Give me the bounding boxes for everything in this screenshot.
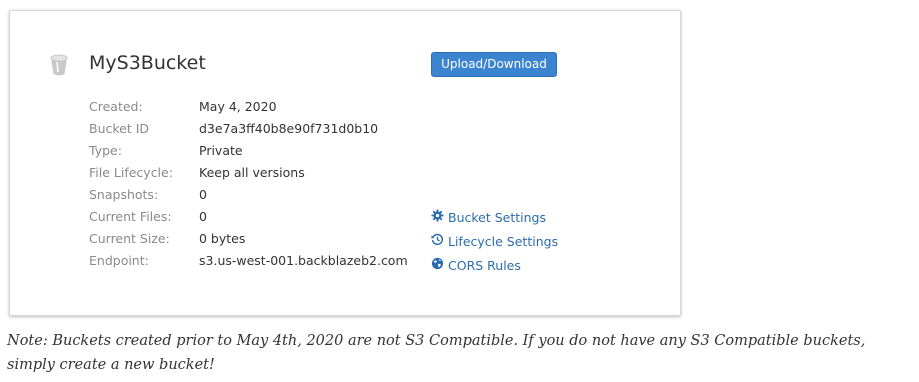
cors-rules-link[interactable]: CORS Rules (431, 254, 558, 278)
bucket-name: MyS3Bucket (89, 52, 206, 74)
lifecycle-settings-label: Lifecycle Settings (448, 234, 559, 249)
detail-label: Current Files: (89, 209, 172, 224)
lifecycle-settings-link[interactable]: Lifecycle Settings (431, 230, 558, 254)
gear-icon (431, 208, 448, 228)
cors-rules-label: CORS Rules (448, 258, 521, 273)
detail-value: May 4, 2020 (199, 99, 277, 114)
detail-label: Created: (89, 99, 143, 114)
detail-row-bucket-id: Bucket ID d3e7a3ff40b8e90f731d0b10 (89, 119, 408, 141)
detail-row-current-files: Current Files: 0 (89, 207, 408, 229)
bucket-card: MyS3Bucket Upload/Download Created: May … (9, 10, 681, 316)
detail-label: File Lifecycle: (89, 165, 173, 180)
detail-row-snapshots: Snapshots: 0 (89, 185, 408, 207)
detail-label: Type: (89, 143, 122, 158)
detail-label: Snapshots: (89, 187, 159, 202)
detail-row-current-size: Current Size: 0 bytes (89, 229, 408, 251)
detail-label: Current Size: (89, 231, 170, 246)
detail-row-type: Type: Private (89, 141, 408, 163)
detail-value: 0 (199, 187, 207, 202)
upload-download-button[interactable]: Upload/Download (431, 52, 557, 77)
detail-row-file-lifecycle: File Lifecycle: Keep all versions (89, 163, 408, 185)
bucket-settings-label: Bucket Settings (448, 210, 546, 225)
bucket-links: Bucket Settings Lifecycle Settings CORS … (431, 206, 558, 278)
detail-value: Keep all versions (199, 165, 305, 180)
detail-row-endpoint: Endpoint: s3.us-west-001.backblazeb2.com (89, 251, 408, 273)
detail-value: 0 bytes (199, 231, 246, 246)
bucket-settings-link[interactable]: Bucket Settings (431, 206, 558, 230)
detail-value: Private (199, 143, 243, 158)
history-icon (431, 232, 448, 252)
detail-label: Endpoint: (89, 253, 149, 268)
detail-value: d3e7a3ff40b8e90f731d0b10 (199, 121, 379, 136)
detail-value: 0 (199, 209, 207, 224)
detail-value: s3.us-west-001.backblazeb2.com (199, 253, 408, 268)
compatibility-note: Note: Buckets created prior to May 4th, … (7, 333, 866, 373)
detail-row-created: Created: May 4, 2020 (89, 97, 408, 119)
detail-label: Bucket ID (89, 121, 150, 136)
bucket-icon (48, 53, 70, 77)
bucket-details: Created: May 4, 2020 Bucket ID d3e7a3ff4… (89, 97, 408, 273)
globe-icon (431, 256, 448, 276)
